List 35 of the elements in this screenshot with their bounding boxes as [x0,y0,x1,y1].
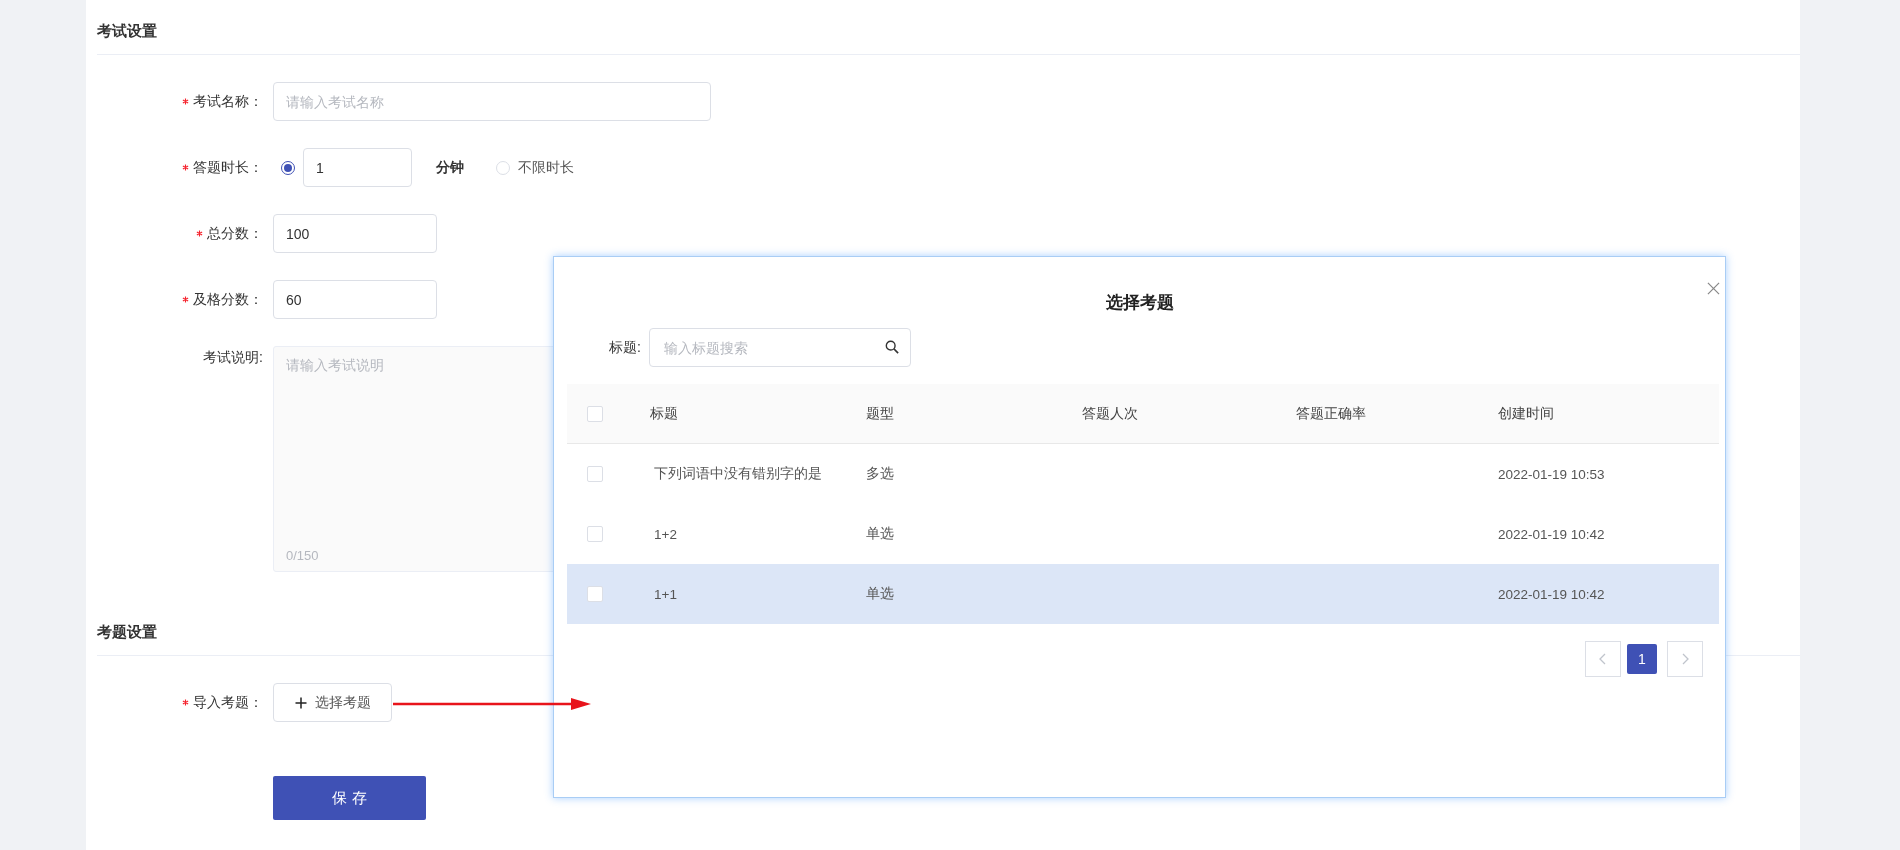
table-cell: 单选 [866,525,894,543]
field-label: 总分数： [207,224,263,243]
field-label: 答题时长： [193,158,263,177]
unit-label: 分钟 [436,158,464,177]
dialog-title: 选择考题 [1105,292,1174,314]
column-header: 题型 [866,404,894,423]
column-header: 答题人次 [1082,404,1138,423]
table-cell: 2022-01-19 10:42 [1498,526,1605,542]
field-label: 考试名称： [193,92,263,111]
page-button[interactable]: 1 [1627,644,1657,674]
table-cell: 1+2 [654,526,677,542]
table-cell: 2022-01-19 10:53 [1498,466,1605,482]
field-label: 考试说明: [203,349,263,367]
section-title: 考试设置 [97,22,157,39]
radio-label: 不限时长 [518,158,574,177]
field-label: 导入考题： [193,693,263,712]
table-cell: 单选 [866,585,894,603]
search-field[interactable]: 输入标题搜索 [648,328,911,367]
save-button[interactable]: 保 存 [273,776,426,820]
textarea-placeholder: 请输入考试说明 [286,357,384,373]
table-cell: 多选 [866,465,894,483]
table-cell: 2022-01-19 10:42 [1498,586,1605,602]
character-counter: 0/150 [286,548,319,563]
section-title: 考题设置 [97,623,157,640]
number-input[interactable]: 60 [273,280,437,319]
select-questions-button[interactable]: 选择考题 [273,683,392,722]
duration-input[interactable]: 1 [303,148,412,187]
column-header: 标题 [650,404,678,423]
column-header: 答题正确率 [1296,404,1366,423]
text-input[interactable]: 请输入考试名称 [273,82,711,121]
number-input[interactable]: 100 [273,214,437,253]
column-header: 创建时间 [1498,404,1554,423]
table-cell: 1+1 [654,586,677,602]
field-label: 及格分数： [193,290,263,309]
table-row[interactable]: 1+1 单选 2022-01-19 10:42 [567,564,1719,624]
